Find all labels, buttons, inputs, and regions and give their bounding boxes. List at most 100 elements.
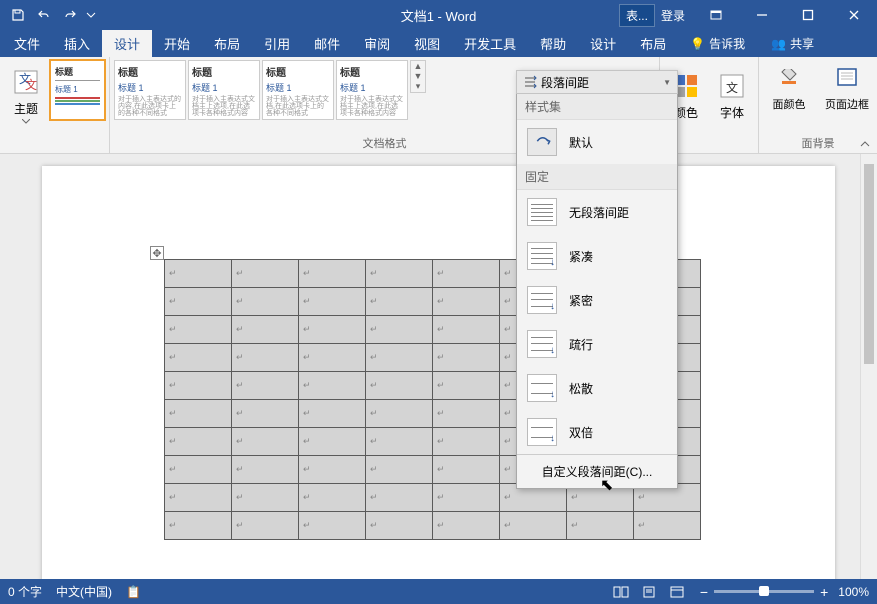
spacing-icon <box>523 75 537 89</box>
themes-label: 主题 <box>14 100 38 117</box>
paragraph-spacing-button[interactable]: 段落间距 ▼ <box>516 70 678 94</box>
zoom-level[interactable]: 100% <box>838 585 869 599</box>
undo-button[interactable] <box>32 4 56 26</box>
tab-view[interactable]: 视图 <box>402 30 452 57</box>
vertical-scrollbar[interactable] <box>860 154 877 579</box>
tab-mailings[interactable]: 邮件 <box>302 30 352 57</box>
close-button[interactable] <box>831 0 877 30</box>
account-area: 表... 登录 <box>619 4 685 27</box>
page-borders-label: 页面边框 <box>821 96 873 112</box>
context-label: 表... <box>619 4 655 27</box>
tab-review[interactable]: 审阅 <box>352 30 402 57</box>
web-layout-button[interactable] <box>664 582 690 602</box>
dropdown-section-fixed: 固定 <box>517 164 677 190</box>
svg-text:文: 文 <box>726 80 738 95</box>
chevron-down-icon: ▼ <box>663 78 671 87</box>
spacing-none[interactable]: 无段落间距 <box>517 190 677 234</box>
view-buttons <box>608 582 690 602</box>
style-set-gallery: 标题标题 1对于插入主表达式的内容,在此选项卡上的各种不同格式 标题标题 1对于… <box>114 60 408 120</box>
spacing-button-label: 段落间距 <box>541 74 589 91</box>
ribbon-tab-strip: 文件 插入 设计 开始 布局 引用 邮件 审阅 视图 开发工具 帮助 设计 布局… <box>0 30 877 57</box>
share-button[interactable]: 👥 共享 <box>757 30 828 57</box>
page: ✥ <box>42 166 835 579</box>
quick-access-toolbar <box>0 4 98 26</box>
zoom-in-button[interactable]: + <box>820 584 828 600</box>
gallery-up-button[interactable]: ▲ <box>411 61 425 71</box>
spacing-compact[interactable]: ↓ 紧凑 <box>517 234 677 278</box>
save-button[interactable] <box>6 4 30 26</box>
tab-insert[interactable]: 插入 <box>52 30 102 57</box>
spacing-default-icon <box>527 128 557 156</box>
accessibility-icon[interactable]: 📋 <box>126 585 141 599</box>
language-status[interactable]: 中文(中国) <box>56 583 112 600</box>
spacing-custom[interactable]: 自定义段落间距(C)... <box>517 454 677 488</box>
paragraph-spacing-dropdown: 段落间距 ▼ 样式集 默认 固定 无段落间距 ↓ 紧凑 ↓ 紧密 ↓ 疏行 ↓ … <box>516 70 678 489</box>
style-set-item[interactable]: 标题标题 1对于插入主表达式的内容,在此选项卡上的各种不同格式 <box>114 60 186 120</box>
tab-tellme[interactable]: 💡告诉我 <box>678 30 757 57</box>
style-set-item[interactable]: 标题标题 1对于插入主表达式文档,在此选项卡上的各种不同格式 <box>262 60 334 120</box>
spacing-loose-label: 松散 <box>569 380 593 397</box>
page-color-button[interactable] <box>763 60 815 94</box>
zoom-slider[interactable] <box>714 590 814 593</box>
tab-start[interactable]: 开始 <box>152 30 202 57</box>
spacing-tight-icon: ↓ <box>527 286 557 314</box>
spacing-tight-label: 紧密 <box>569 292 593 309</box>
collapse-ribbon-button[interactable] <box>857 137 873 151</box>
read-mode-button[interactable] <box>608 582 634 602</box>
spacing-loose-icon: ↓ <box>527 374 557 402</box>
spacing-open-icon: ↓ <box>527 330 557 358</box>
ribbon-display-button[interactable] <box>693 0 739 30</box>
spacing-default[interactable]: 默认 <box>517 120 677 164</box>
themes-button[interactable]: 文文 主题 <box>4 60 48 130</box>
window-title: 文档1 - Word <box>401 6 477 25</box>
style-set-item[interactable]: 标题标题 1对于插入主表达式文档主上选项,在此选项卡各种格式内容 <box>336 60 408 120</box>
bucket-icon <box>778 68 800 86</box>
tab-help[interactable]: 帮助 <box>528 30 578 57</box>
minimize-button[interactable] <box>739 0 785 30</box>
page-color-label: 面颜色 <box>763 96 815 112</box>
tab-table-design[interactable]: 设计 <box>578 30 628 57</box>
tab-layout[interactable]: 布局 <box>202 30 252 57</box>
spacing-loose[interactable]: ↓ 松散 <box>517 366 677 410</box>
spacing-open[interactable]: ↓ 疏行 <box>517 322 677 366</box>
redo-button[interactable] <box>58 4 82 26</box>
border-icon <box>836 68 858 86</box>
print-layout-button[interactable] <box>636 582 662 602</box>
spacing-compact-icon: ↓ <box>527 242 557 270</box>
svg-text:文: 文 <box>25 77 37 92</box>
tab-table-layout[interactable]: 布局 <box>628 30 678 57</box>
spacing-double-label: 双倍 <box>569 424 593 441</box>
tab-developer[interactable]: 开发工具 <box>452 30 528 57</box>
tab-file[interactable]: 文件 <box>2 30 52 57</box>
chevron-down-icon <box>22 119 30 124</box>
spacing-compact-label: 紧凑 <box>569 248 593 265</box>
zoom-out-button[interactable]: − <box>700 584 708 600</box>
login-link[interactable]: 登录 <box>661 7 685 24</box>
spacing-none-label: 无段落间距 <box>569 204 629 221</box>
style-set-item[interactable]: 标题标题 1对于插入主表达式文档主上选项,在此选项卡各种格式内容 <box>188 60 260 120</box>
fonts-button[interactable]: 文 字体 <box>710 60 754 130</box>
gallery-more-button[interactable]: ▾ <box>411 81 425 92</box>
word-count[interactable]: 0 个字 <box>8 583 42 600</box>
maximize-button[interactable] <box>785 0 831 30</box>
spacing-tight[interactable]: ↓ 紧密 <box>517 278 677 322</box>
share-icon: 👥 <box>771 37 786 51</box>
table-move-handle[interactable]: ✥ <box>150 246 164 260</box>
tab-design[interactable]: 设计 <box>102 30 152 57</box>
dropdown-section-styleset: 样式集 <box>517 94 677 120</box>
theme-preview-current[interactable]: 标题 标题 1 <box>50 60 105 120</box>
fonts-icon: 文 <box>716 70 748 102</box>
lightbulb-icon: 💡 <box>690 37 705 51</box>
status-bar: 0 个字 中文(中国) 📋 − + 100% <box>0 579 877 604</box>
page-borders-button[interactable] <box>821 60 873 94</box>
spacing-none-icon <box>527 198 557 226</box>
gallery-down-button[interactable]: ▼ <box>411 71 425 81</box>
scrollbar-thumb[interactable] <box>864 164 874 364</box>
share-label: 共享 <box>790 35 814 52</box>
spacing-double[interactable]: ↓ 双倍 <box>517 410 677 454</box>
qat-customize-button[interactable] <box>84 4 98 26</box>
document-area: ✥ <box>0 154 877 579</box>
spacing-open-label: 疏行 <box>569 336 593 353</box>
zoom-control: − + 100% <box>700 584 869 600</box>
tab-references[interactable]: 引用 <box>252 30 302 57</box>
